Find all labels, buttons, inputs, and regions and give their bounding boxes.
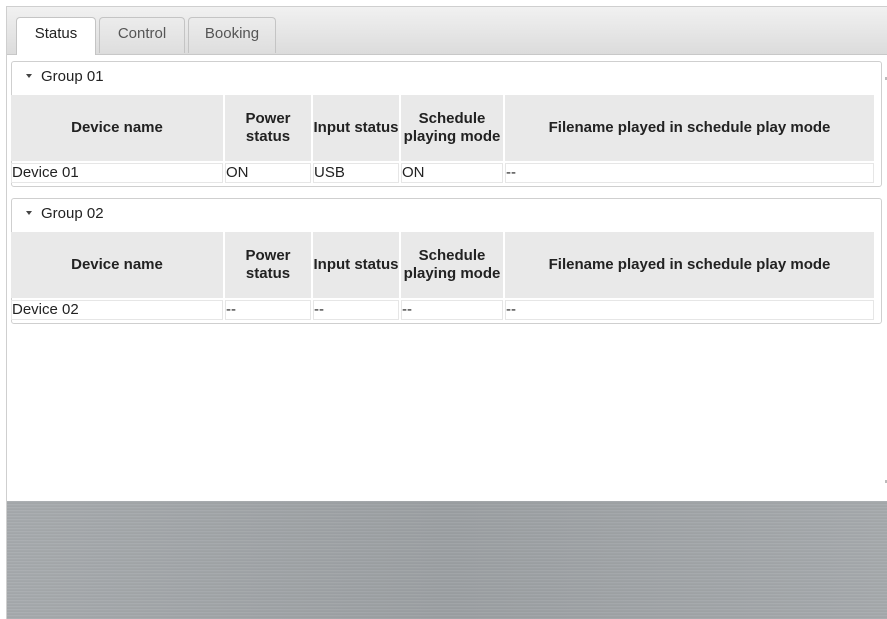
cell-power-status: ON <box>225 163 311 183</box>
col-power-status[interactable]: Power status <box>225 95 311 161</box>
device-table: Device name Power status Input status Sc… <box>9 230 876 322</box>
cell-schedule-mode: ON <box>401 163 503 183</box>
group-header-02[interactable]: Group 02 <box>12 199 881 229</box>
col-filename[interactable]: Filename played in schedule play mode <box>505 95 874 161</box>
collapse-caret-icon[interactable] <box>26 74 32 78</box>
cell-device-name: Device 01 <box>11 163 223 183</box>
group-panel-01: Group 01 Device name Power status Input … <box>11 61 882 187</box>
cell-device-name: Device 02 <box>11 300 223 320</box>
col-input-status[interactable]: Input status <box>313 232 399 298</box>
col-input-status[interactable]: Input status <box>313 95 399 161</box>
device-table: Device name Power status Input status Sc… <box>9 93 876 185</box>
tab-status[interactable]: Status <box>16 17 96 55</box>
col-device-name[interactable]: Device name <box>11 232 223 298</box>
collapse-caret-icon[interactable] <box>26 211 32 215</box>
col-device-name[interactable]: Device name <box>11 95 223 161</box>
table-header-row: Device name Power status Input status Sc… <box>11 95 874 161</box>
cell-filename: -- <box>505 300 874 320</box>
cell-schedule-mode: -- <box>401 300 503 320</box>
status-panel: Group 01 Device name Power status Input … <box>7 55 887 501</box>
group-header-01[interactable]: Group 01 <box>12 62 881 92</box>
group-title: Group 01 <box>41 68 104 85</box>
footer-panel <box>7 501 887 619</box>
table-row[interactable]: Device 01 ON USB ON -- <box>11 163 874 183</box>
col-schedule-mode[interactable]: Schedule playing mode <box>401 95 503 161</box>
app-frame: Status Control Booking Group 01 Device n… <box>6 6 887 619</box>
tab-bar: Status Control Booking <box>7 7 887 55</box>
cell-filename: -- <box>505 163 874 183</box>
group-title: Group 02 <box>41 205 104 222</box>
table-row[interactable]: Device 02 -- -- -- -- <box>11 300 874 320</box>
cell-power-status: -- <box>225 300 311 320</box>
col-filename[interactable]: Filename played in schedule play mode <box>505 232 874 298</box>
cell-input-status: USB <box>313 163 399 183</box>
col-schedule-mode[interactable]: Schedule playing mode <box>401 232 503 298</box>
col-power-status[interactable]: Power status <box>225 232 311 298</box>
table-header-row: Device name Power status Input status Sc… <box>11 232 874 298</box>
tab-booking[interactable]: Booking <box>188 17 276 53</box>
tab-control[interactable]: Control <box>99 17 185 53</box>
cell-input-status: -- <box>313 300 399 320</box>
group-panel-02: Group 02 Device name Power status Input … <box>11 198 882 324</box>
